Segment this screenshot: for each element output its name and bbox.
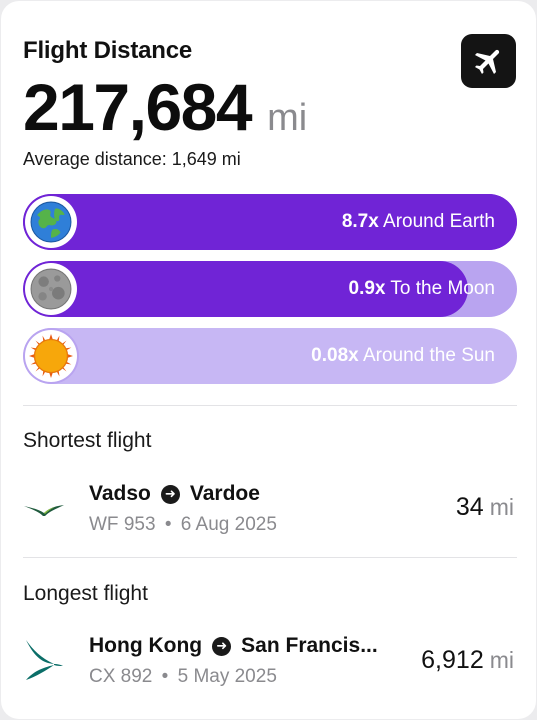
comparison-bar-sun: 0.08x Around the Sun — [23, 328, 517, 384]
arrow-right-icon: ➜ — [212, 636, 232, 656]
comparison-multiplier: 0.9x — [348, 278, 386, 299]
flight-number: CX 892 — [89, 666, 153, 687]
comparison-text: To the Moon — [390, 278, 495, 299]
separator: • — [161, 666, 169, 687]
separator: • — [164, 514, 172, 535]
comparison-bar-earth: 8.7x Around Earth — [23, 194, 517, 250]
cathay-logo-icon — [26, 640, 63, 680]
comparison-label: 8.7x Around Earth — [342, 194, 495, 250]
longest-flight-heading: Longest flight — [23, 582, 148, 605]
sun-icon-badge — [25, 330, 77, 382]
average-distance: Average distance: 1,649 mi — [23, 149, 241, 169]
longest-flight-details: CX 892 • 5 May 2025 — [89, 666, 277, 688]
destination-city: Vardoe — [189, 482, 260, 505]
longest-distance: 6,912 mi — [421, 646, 514, 675]
earth-icon-badge — [25, 196, 77, 248]
comparison-text: Around Earth — [383, 211, 495, 232]
moon-icon — [30, 268, 72, 310]
card-title: Flight Distance — [23, 37, 193, 64]
wideroe-logo-icon — [24, 505, 64, 516]
comparison-label: 0.08x Around the Sun — [311, 328, 495, 384]
comparison-multiplier: 8.7x — [341, 211, 379, 232]
flight-date: 6 Aug 2025 — [180, 514, 277, 535]
shortest-flight-details: WF 953 • 6 Aug 2025 — [89, 514, 277, 536]
total-distance: 217,684 mi — [23, 69, 308, 144]
airplane-button[interactable] — [461, 34, 516, 88]
comparison-bar-moon: 0.9x To the Moon — [23, 261, 517, 317]
shortest-flight-heading: Shortest flight — [23, 429, 152, 452]
sun-icon — [29, 334, 73, 378]
flight-number: WF 953 — [89, 514, 156, 535]
distance-unit: mi — [489, 494, 514, 520]
distance-value: 34 — [455, 493, 484, 521]
total-distance-unit: mi — [267, 97, 308, 139]
origin-city: Vadso — [89, 482, 151, 505]
flight-date: 5 May 2025 — [177, 666, 277, 687]
flight-distance-card: Flight Distance 217,684 mi Average dista… — [1, 1, 536, 719]
earth-icon — [30, 201, 72, 243]
origin-city: Hong Kong — [89, 634, 203, 657]
distance-value: 6,912 — [421, 646, 484, 674]
shortest-route: Vadso ➜ Vardoe — [89, 482, 260, 506]
divider — [23, 557, 517, 558]
destination-city: San Francis... — [241, 634, 378, 657]
total-distance-value: 217,684 — [23, 70, 253, 144]
comparison-text: Around the Sun — [362, 345, 495, 366]
moon-icon-badge — [25, 263, 77, 315]
longest-route: Hong Kong ➜ San Francis... — [89, 634, 378, 658]
distance-unit: mi — [489, 647, 514, 673]
arrow-right-icon: ➜ — [160, 484, 180, 504]
divider — [23, 405, 517, 406]
comparison-label: 0.9x To the Moon — [349, 261, 496, 317]
shortest-distance: 34 mi — [456, 493, 514, 522]
airplane-icon — [474, 49, 499, 75]
comparison-multiplier: 0.08x — [311, 345, 359, 366]
